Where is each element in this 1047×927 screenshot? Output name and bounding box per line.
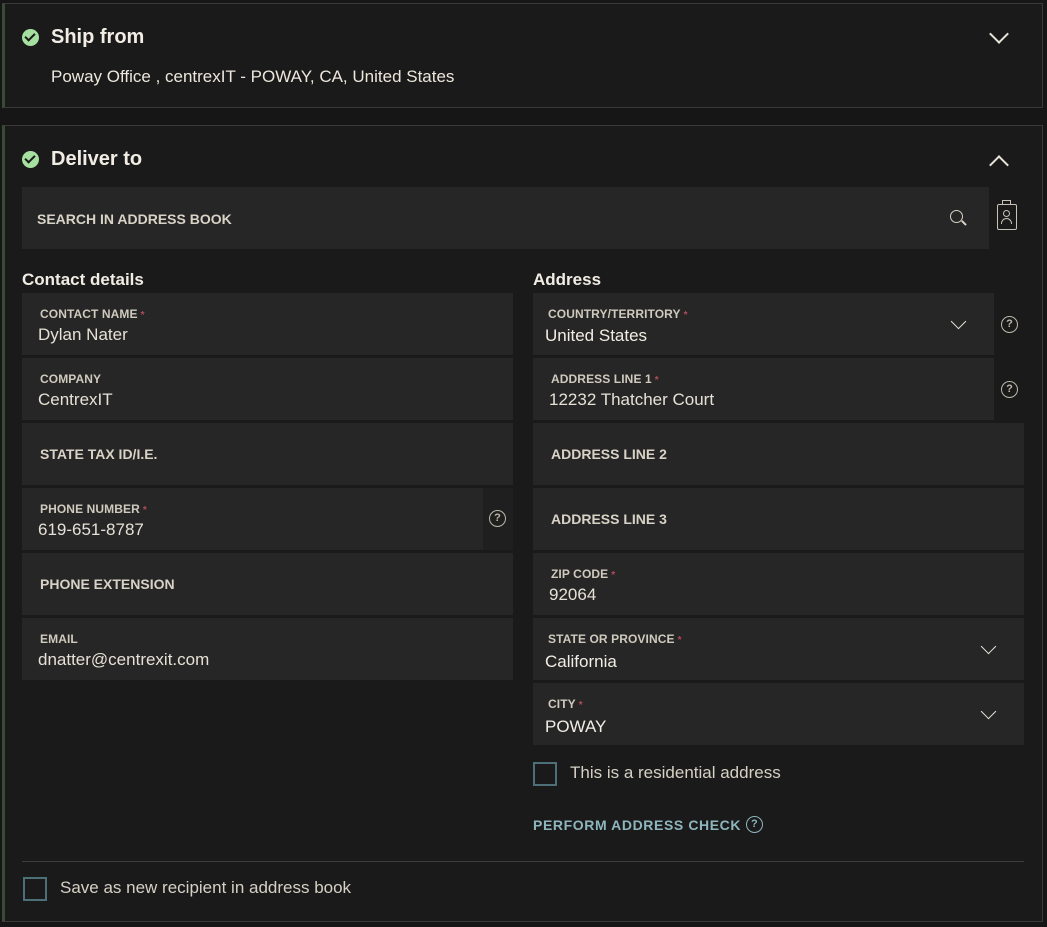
address-book-search-input[interactable]: SEARCH IN ADDRESS BOOK bbox=[22, 187, 989, 249]
ship-from-panel: Ship from Poway Office , centrexIT - POW… bbox=[2, 3, 1043, 108]
ship-from-header[interactable]: Ship from bbox=[22, 26, 144, 49]
phone-extension-field[interactable]: PHONE EXTENSION bbox=[22, 553, 513, 615]
state-label: STATE OR PROVINCE * bbox=[548, 632, 682, 646]
save-recipient-checkbox[interactable] bbox=[23, 877, 47, 901]
chevron-down-icon[interactable] bbox=[989, 24, 1009, 44]
check-circle-icon bbox=[22, 29, 39, 46]
contact-name-label: CONTACT NAME * bbox=[40, 307, 145, 321]
phone-number-field[interactable]: PHONE NUMBER * 619-651-8787 bbox=[22, 488, 483, 550]
residential-checkbox[interactable] bbox=[533, 762, 557, 786]
email-value: dnatter@centrexit.com bbox=[38, 650, 210, 669]
email-field[interactable]: EMAIL dnatter@centrexit.com bbox=[22, 618, 513, 680]
help-icon[interactable]: ? bbox=[489, 510, 506, 527]
city-value: POWAY bbox=[545, 717, 607, 736]
country-value: United States bbox=[545, 326, 648, 345]
zip-code-value: 92064 bbox=[549, 585, 597, 604]
address-line-3-label: ADDRESS LINE 3 bbox=[551, 511, 667, 527]
contact-details-heading: Contact details bbox=[22, 270, 144, 289]
address-book-icon[interactable] bbox=[997, 200, 1017, 230]
address-line-1-field[interactable]: ADDRESS LINE 1 * 12232 Thatcher Court bbox=[533, 358, 994, 420]
ship-from-title: Ship from bbox=[51, 26, 145, 48]
email-label: EMAIL bbox=[40, 632, 78, 646]
city-label: CITY * bbox=[548, 697, 583, 711]
chevron-down-icon[interactable] bbox=[950, 313, 967, 330]
deliver-to-panel: Deliver to SEARCH IN ADDRESS BOOK Contac… bbox=[2, 125, 1043, 922]
state-tax-id-label: STATE TAX ID/I.E. bbox=[40, 446, 158, 462]
deliver-to-header[interactable]: Deliver to bbox=[22, 148, 142, 171]
address-line-1-label: ADDRESS LINE 1 * bbox=[551, 372, 659, 386]
phone-number-label: PHONE NUMBER * bbox=[40, 502, 147, 516]
country-label: COUNTRY/TERRITORY * bbox=[548, 307, 688, 321]
state-select[interactable]: STATE OR PROVINCE * California bbox=[533, 618, 1024, 680]
city-select[interactable]: CITY * POWAY bbox=[533, 683, 1024, 745]
chevron-up-icon[interactable] bbox=[989, 155, 1009, 175]
check-circle-icon bbox=[22, 151, 39, 168]
residential-label[interactable]: This is a residential address bbox=[570, 763, 781, 783]
state-tax-id-field[interactable]: STATE TAX ID/I.E. bbox=[22, 423, 513, 485]
save-recipient-label[interactable]: Save as new recipient in address book bbox=[60, 878, 351, 898]
search-placeholder: SEARCH IN ADDRESS BOOK bbox=[37, 211, 232, 227]
contact-name-value: Dylan Nater bbox=[38, 325, 128, 344]
address-heading: Address bbox=[533, 270, 602, 289]
phone-number-value: 619-651-8787 bbox=[38, 520, 144, 539]
address-line-2-field[interactable]: ADDRESS LINE 2 bbox=[533, 423, 1024, 485]
country-select[interactable]: COUNTRY/TERRITORY * United States bbox=[533, 293, 994, 355]
perform-address-check-link[interactable]: PERFORM ADDRESS CHECK ? bbox=[533, 816, 764, 833]
phone-extension-label: PHONE EXTENSION bbox=[40, 576, 175, 592]
zip-code-field[interactable]: ZIP CODE * 92064 bbox=[533, 553, 1024, 615]
address-line-1-value: 12232 Thatcher Court bbox=[549, 390, 715, 409]
address-line-3-field[interactable]: ADDRESS LINE 3 bbox=[533, 488, 1024, 550]
ship-from-address: Poway Office , centrexIT - POWAY, CA, Un… bbox=[51, 67, 455, 86]
company-value: CentrexIT bbox=[38, 390, 113, 409]
chevron-down-icon[interactable] bbox=[980, 638, 997, 655]
company-field[interactable]: COMPANY CentrexIT bbox=[22, 358, 513, 420]
company-label: COMPANY bbox=[40, 372, 102, 386]
phone-help-area: ? bbox=[483, 488, 513, 550]
help-icon[interactable]: ? bbox=[1001, 381, 1018, 398]
divider bbox=[22, 861, 1024, 862]
help-icon[interactable]: ? bbox=[1001, 316, 1018, 333]
search-icon[interactable] bbox=[950, 210, 963, 223]
chevron-down-icon[interactable] bbox=[980, 703, 997, 720]
address-line-2-label: ADDRESS LINE 2 bbox=[551, 446, 667, 462]
state-value: California bbox=[545, 652, 617, 671]
help-icon[interactable]: ? bbox=[746, 816, 764, 833]
contact-name-field[interactable]: CONTACT NAME * Dylan Nater bbox=[22, 293, 513, 355]
zip-code-label: ZIP CODE * bbox=[551, 567, 616, 581]
deliver-to-title: Deliver to bbox=[51, 148, 143, 170]
perform-address-check-label: PERFORM ADDRESS CHECK bbox=[533, 816, 742, 833]
